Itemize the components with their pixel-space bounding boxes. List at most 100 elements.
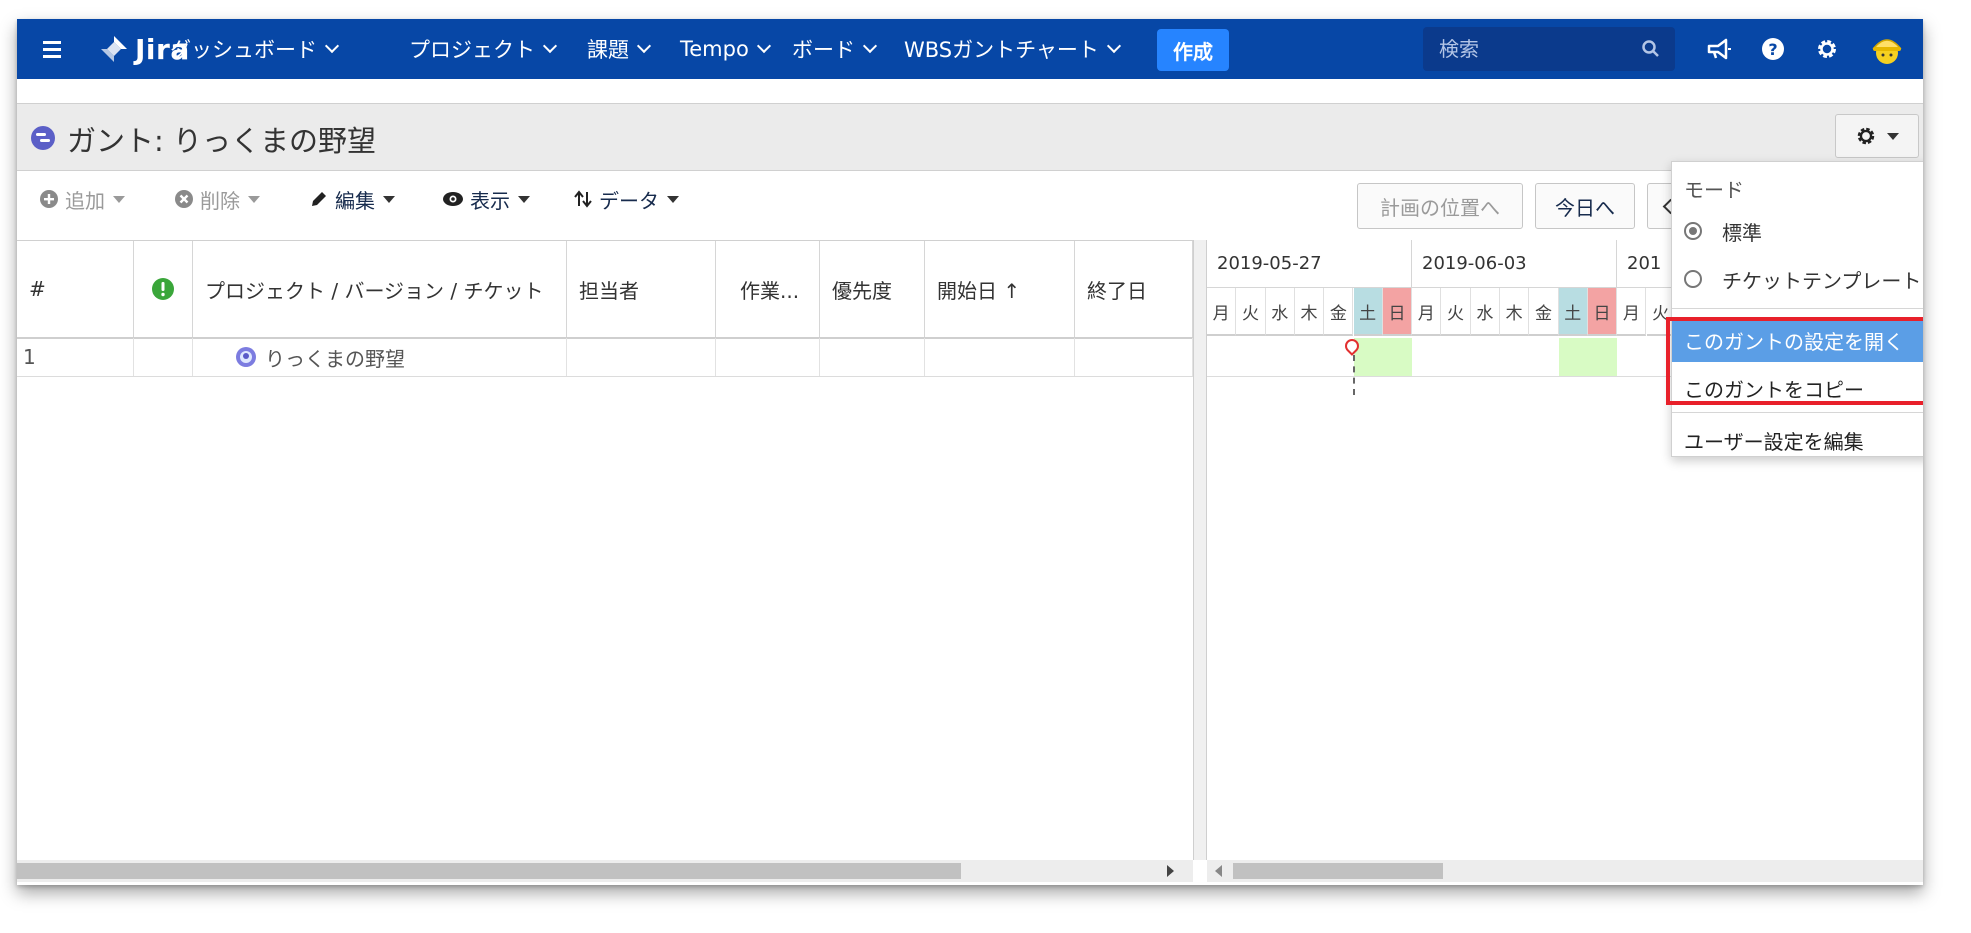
delete-label: 削除 [200, 188, 240, 213]
caret-down-icon [1887, 132, 1899, 140]
day-header-sunday: 日 [1587, 288, 1618, 336]
col-number[interactable]: # [17, 241, 134, 337]
edit-button[interactable]: 編集 [309, 183, 395, 215]
add-button[interactable]: 追加 [39, 183, 125, 215]
eye-icon [442, 190, 464, 208]
gantt-app-icon [31, 126, 55, 150]
alert-icon [152, 278, 174, 300]
scroll-left-icon[interactable] [1215, 865, 1222, 877]
edit-user-settings-item[interactable]: ユーザー設定を編集 [1672, 418, 1923, 456]
week-header: 2019-06-03 [1412, 240, 1617, 288]
gear-icon [1857, 127, 1875, 145]
project-avatar-icon [236, 347, 256, 367]
day-header: 月 [1207, 288, 1237, 336]
x-circle-icon [174, 189, 194, 209]
gantt-toolbar: 追加 削除 編集 表示 データ [17, 171, 1923, 227]
data-button[interactable]: データ [573, 183, 679, 215]
caret-down-icon [383, 195, 395, 203]
row-start-date [925, 338, 1075, 376]
nav-wbs-gantt-label: WBSガントチャート [904, 38, 1099, 62]
top-navigation: Jira ダッシュボード プロジェクト 課題 Tempo ボード WBSガントチ… [17, 19, 1923, 79]
col-assignee[interactable]: 担当者 [567, 241, 716, 337]
mode-option-ticket-template[interactable]: チケットテンプレート [1684, 262, 1921, 296]
timeline-horizontal-scrollbar[interactable] [1207, 860, 1923, 882]
day-header: 木 [1294, 288, 1325, 336]
nav-dashboard-label: ダッシュボード [170, 38, 317, 62]
weekend-cell [1558, 338, 1618, 376]
delete-button[interactable]: 削除 [174, 183, 260, 215]
day-header-saturday: 土 [1353, 288, 1383, 336]
timeline-scroll-thumb[interactable] [1233, 863, 1443, 879]
scroll-right-icon[interactable] [1167, 865, 1174, 877]
gantt-settings-button[interactable] [1835, 114, 1919, 158]
row-status [134, 338, 193, 376]
day-header-sunday: 日 [1382, 288, 1413, 336]
menu-divider [1672, 412, 1923, 413]
row-project-name-cell: りっくまの野望 [193, 338, 567, 376]
go-to-today-button[interactable]: 今日へ [1535, 183, 1635, 229]
chevron-down-icon [324, 38, 340, 54]
nav-issues-label: 課題 [587, 38, 629, 62]
nav-tempo[interactable]: Tempo [680, 19, 771, 79]
grid-header: # プロジェクト / バージョン / チケット 担当者 作業... 優先度 開始… [17, 240, 1193, 339]
day-header: 月 [1412, 288, 1442, 336]
nav-wbs-gantt[interactable]: WBSガントチャート [904, 19, 1121, 79]
day-header: 火 [1236, 288, 1266, 336]
create-button[interactable]: 作成 [1157, 29, 1229, 71]
col-end-date[interactable]: 終了日 [1075, 241, 1193, 337]
caret-down-icon [518, 195, 530, 203]
row-end-date [1075, 338, 1193, 376]
menu-icon[interactable] [41, 19, 63, 79]
row-number: 1 [17, 338, 134, 376]
grid-horizontal-scrollbar[interactable] [17, 860, 1193, 882]
nav-boards[interactable]: ボード [792, 19, 878, 79]
mode-option-standard[interactable]: 標準 [1684, 214, 1762, 248]
megaphone-icon[interactable] [1703, 33, 1735, 65]
gear-icon[interactable] [1811, 33, 1843, 65]
col-priority[interactable]: 優先度 [820, 241, 925, 337]
col-status[interactable] [134, 241, 193, 337]
nav-projects-label: プロジェクト [409, 38, 535, 62]
chevron-down-icon [1106, 38, 1121, 54]
mode-option-standard-label: 標準 [1722, 220, 1762, 245]
annotation-highlight-box [1666, 317, 1923, 405]
search-icon[interactable] [1641, 39, 1661, 59]
page-title: ガント: りっくまの野望 [67, 124, 376, 158]
project-name[interactable]: りっくまの野望 [265, 343, 405, 372]
day-header: 水 [1470, 288, 1500, 336]
col-work[interactable]: 作業... [716, 241, 820, 337]
plus-circle-icon [39, 189, 59, 209]
caret-down-icon [113, 195, 125, 203]
menu-divider [1672, 308, 1923, 309]
avatar[interactable] [1867, 29, 1907, 69]
today-marker-line [1353, 355, 1355, 395]
table-row[interactable]: 1 りっくまの野望 [17, 338, 1193, 377]
jira-logo-icon [101, 36, 127, 62]
day-header: 木 [1500, 288, 1530, 336]
radio-selected-icon [1684, 222, 1702, 240]
nav-projects[interactable]: プロジェクト [409, 19, 558, 79]
day-header: 火 [1441, 288, 1471, 336]
grid-scroll-thumb[interactable] [17, 863, 961, 879]
chevron-down-icon [636, 38, 652, 54]
nav-dashboard[interactable]: ダッシュボード [170, 19, 340, 79]
view-button[interactable]: 表示 [442, 183, 530, 215]
go-to-plan-button[interactable]: 計画の位置へ [1357, 183, 1523, 229]
search-input[interactable] [1437, 36, 1631, 62]
col-project-version-ticket[interactable]: プロジェクト / バージョン / チケット [193, 241, 567, 337]
help-icon[interactable]: ? [1757, 33, 1789, 65]
row-work [716, 338, 820, 376]
nav-issues[interactable]: 課題 [587, 19, 652, 79]
col-start-date[interactable]: 開始日 ↑ [925, 241, 1075, 337]
add-label: 追加 [65, 188, 105, 213]
week-header: 2019-05-27 [1207, 240, 1412, 288]
pane-splitter[interactable] [1193, 240, 1207, 860]
row-assignee [567, 338, 716, 376]
row-priority [820, 338, 925, 376]
caret-down-icon [248, 195, 260, 203]
day-header: 金 [1529, 288, 1559, 336]
app-window: Jira ダッシュボード プロジェクト 課題 Tempo ボード WBSガントチ… [17, 19, 1923, 885]
day-header: 金 [1324, 288, 1354, 336]
search-box [1423, 27, 1675, 71]
edit-label: 編集 [335, 188, 375, 213]
